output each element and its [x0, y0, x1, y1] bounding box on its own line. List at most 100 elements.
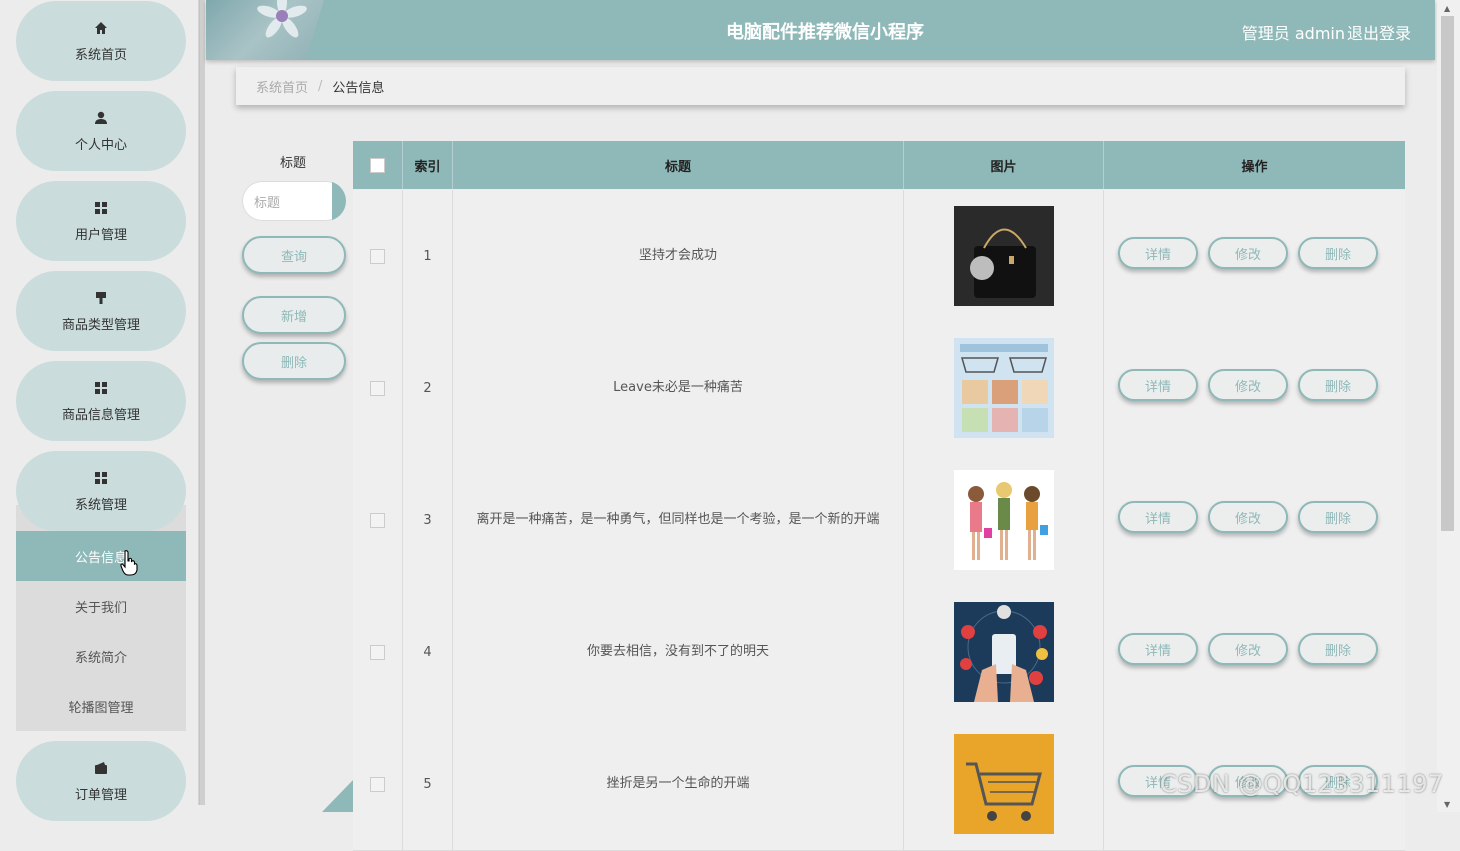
delete-button[interactable]: 删除: [1298, 237, 1378, 269]
flower-icon: [257, 0, 307, 38]
row-checkbox-cell: [353, 322, 403, 454]
row-title: 挫折是另一个生命的开端: [606, 776, 750, 791]
submenu-item-label: 轮播图管理: [68, 700, 134, 716]
row-checkbox-cell: [353, 454, 403, 586]
sidebar-item-product-types[interactable]: 商品类型管理: [16, 271, 186, 351]
breadcrumb-separator: /: [318, 78, 323, 94]
table-row: 2 Leave未必是一种痛苦 详情 修改 删除: [353, 322, 1405, 455]
row-index: 4: [403, 586, 453, 718]
home-icon: [93, 20, 109, 36]
search-input-edge: [332, 181, 346, 221]
row-checkbox[interactable]: [370, 512, 385, 528]
row-title-cell: 挫折是另一个生命的开端: [453, 718, 904, 850]
row-index: 5: [403, 718, 453, 850]
search-title-label: 标题: [280, 156, 307, 171]
scroll-up-arrow-icon[interactable]: ▲: [1444, 4, 1450, 13]
submenu-item-label: 系统简介: [74, 650, 127, 666]
delete-button[interactable]: 删除: [1298, 369, 1378, 401]
query-button[interactable]: 查询: [242, 236, 346, 274]
mobile-shopping-illustration: [953, 602, 1054, 702]
logout-link[interactable]: 退出登录: [1347, 20, 1411, 44]
row-image-cell: [904, 586, 1104, 718]
header-index: 索引: [403, 141, 453, 189]
breadcrumb: 系统首页 / 公告信息: [236, 67, 1405, 105]
sidebar-item-label: 个人中心: [74, 137, 127, 153]
detail-button[interactable]: 详情: [1118, 633, 1198, 665]
sidebar-item-users[interactable]: 用户管理: [16, 181, 186, 261]
detail-button[interactable]: 详情: [1118, 501, 1198, 533]
breadcrumb-home[interactable]: 系统首页: [256, 77, 308, 96]
shopping-girls-illustration: [953, 470, 1054, 570]
delete-button[interactable]: 删除: [1298, 633, 1378, 665]
sidebar-item-profile[interactable]: 个人中心: [16, 91, 186, 171]
hand-cursor-icon: [120, 550, 138, 576]
row-checkbox[interactable]: [370, 380, 385, 396]
submenu-item-announcements[interactable]: 公告信息: [16, 531, 186, 581]
detail-button[interactable]: 详情: [1118, 369, 1198, 401]
top-header: 电脑配件推荐微信小程序 管理员 admin 退出登录: [206, 0, 1435, 60]
submenu-system: 公告信息 关于我们 系统简介 轮播图管理: [16, 505, 186, 731]
search-title-input[interactable]: 标题: [242, 181, 346, 221]
table-row: 4 你要去相信，没有到不了的明天 详情 修改 删除: [353, 586, 1405, 719]
batch-delete-button[interactable]: 删除: [242, 342, 346, 380]
row-index: 3: [403, 454, 453, 586]
edit-button[interactable]: 修改: [1208, 633, 1288, 665]
header-title: 标题: [453, 141, 904, 189]
add-button[interactable]: 新增: [242, 296, 346, 334]
row-title: 离开是一种痛苦，是一种勇气，但同样也是一个考验，是一个新的开端: [476, 512, 880, 527]
table-row: 3 离开是一种痛苦，是一种勇气，但同样也是一个考验，是一个新的开端 详情 修改 …: [353, 454, 1405, 587]
handbag-photo: [953, 206, 1054, 306]
submenu-item-carousel[interactable]: 轮播图管理: [16, 681, 186, 731]
sidebar-item-product-info[interactable]: 商品信息管理: [16, 361, 186, 441]
watermark: CSDN @QQ123311197: [1160, 770, 1444, 798]
sidebar-item-label: 系统首页: [74, 47, 127, 63]
select-all-checkbox[interactable]: [370, 157, 385, 173]
edit-button[interactable]: 修改: [1208, 369, 1288, 401]
sidebar-item-label: 商品信息管理: [61, 407, 140, 423]
select-all-checkbox-cell: [353, 141, 403, 189]
page-scrollbar[interactable]: ▲ ▼: [1437, 0, 1460, 812]
row-actions-cell: 详情 修改 删除: [1104, 454, 1405, 586]
row-title: Leave未必是一种痛苦: [613, 380, 743, 395]
delete-button[interactable]: 删除: [1298, 501, 1378, 533]
row-image-cell: [904, 454, 1104, 586]
submenu-item-about[interactable]: 关于我们: [16, 581, 186, 631]
page-scrollbar-thumb[interactable]: [1441, 16, 1454, 531]
row-checkbox[interactable]: [370, 248, 385, 264]
row-title: 你要去相信，没有到不了的明天: [586, 644, 769, 659]
cart-orange-illustration: [953, 734, 1054, 834]
sidebar-item-home[interactable]: 系统首页: [16, 1, 186, 81]
app-title: 电脑配件推荐微信小程序: [726, 22, 924, 43]
grid-icon: [93, 380, 109, 396]
row-checkbox[interactable]: [370, 644, 385, 660]
header-decoration: [206, 0, 324, 60]
edit-button[interactable]: 修改: [1208, 501, 1288, 533]
detail-button[interactable]: 详情: [1118, 237, 1198, 269]
header-image: 图片: [904, 141, 1104, 189]
header-actions: 操作: [1241, 159, 1268, 175]
corner-decoration: [322, 780, 353, 812]
breadcrumb-current: 公告信息: [332, 80, 385, 96]
current-user: 管理员 admin: [1241, 24, 1345, 43]
sidebar-scrollbar-thumb[interactable]: [199, 0, 205, 805]
submenu-item-intro[interactable]: 系统简介: [16, 631, 186, 681]
row-image-cell: [904, 190, 1104, 322]
shopping-cart-illustration: [953, 338, 1054, 438]
sidebar-item-label: 商品类型管理: [61, 317, 140, 333]
edit-button[interactable]: 修改: [1208, 237, 1288, 269]
row-image-cell: [904, 322, 1104, 454]
search-placeholder: 标题: [254, 195, 281, 211]
row-title-cell: Leave未必是一种痛苦: [453, 322, 904, 454]
sidebar-item-label: 用户管理: [74, 227, 127, 243]
sidebar-item-orders[interactable]: 订单管理: [16, 741, 186, 821]
sidebar-scrollbar[interactable]: [198, 0, 205, 805]
user-icon: [93, 110, 109, 126]
row-title-cell: 坚持才会成功: [453, 190, 904, 322]
row-actions-cell: 详情 修改 删除: [1104, 586, 1405, 718]
scroll-down-arrow-icon[interactable]: ▼: [1444, 800, 1450, 809]
row-index: 2: [403, 322, 453, 454]
sidebar-item-system[interactable]: 系统管理: [16, 451, 186, 531]
row-checkbox[interactable]: [370, 776, 385, 792]
sidebar-item-label: 系统管理: [74, 497, 127, 513]
row-title: 坚持才会成功: [638, 248, 717, 263]
